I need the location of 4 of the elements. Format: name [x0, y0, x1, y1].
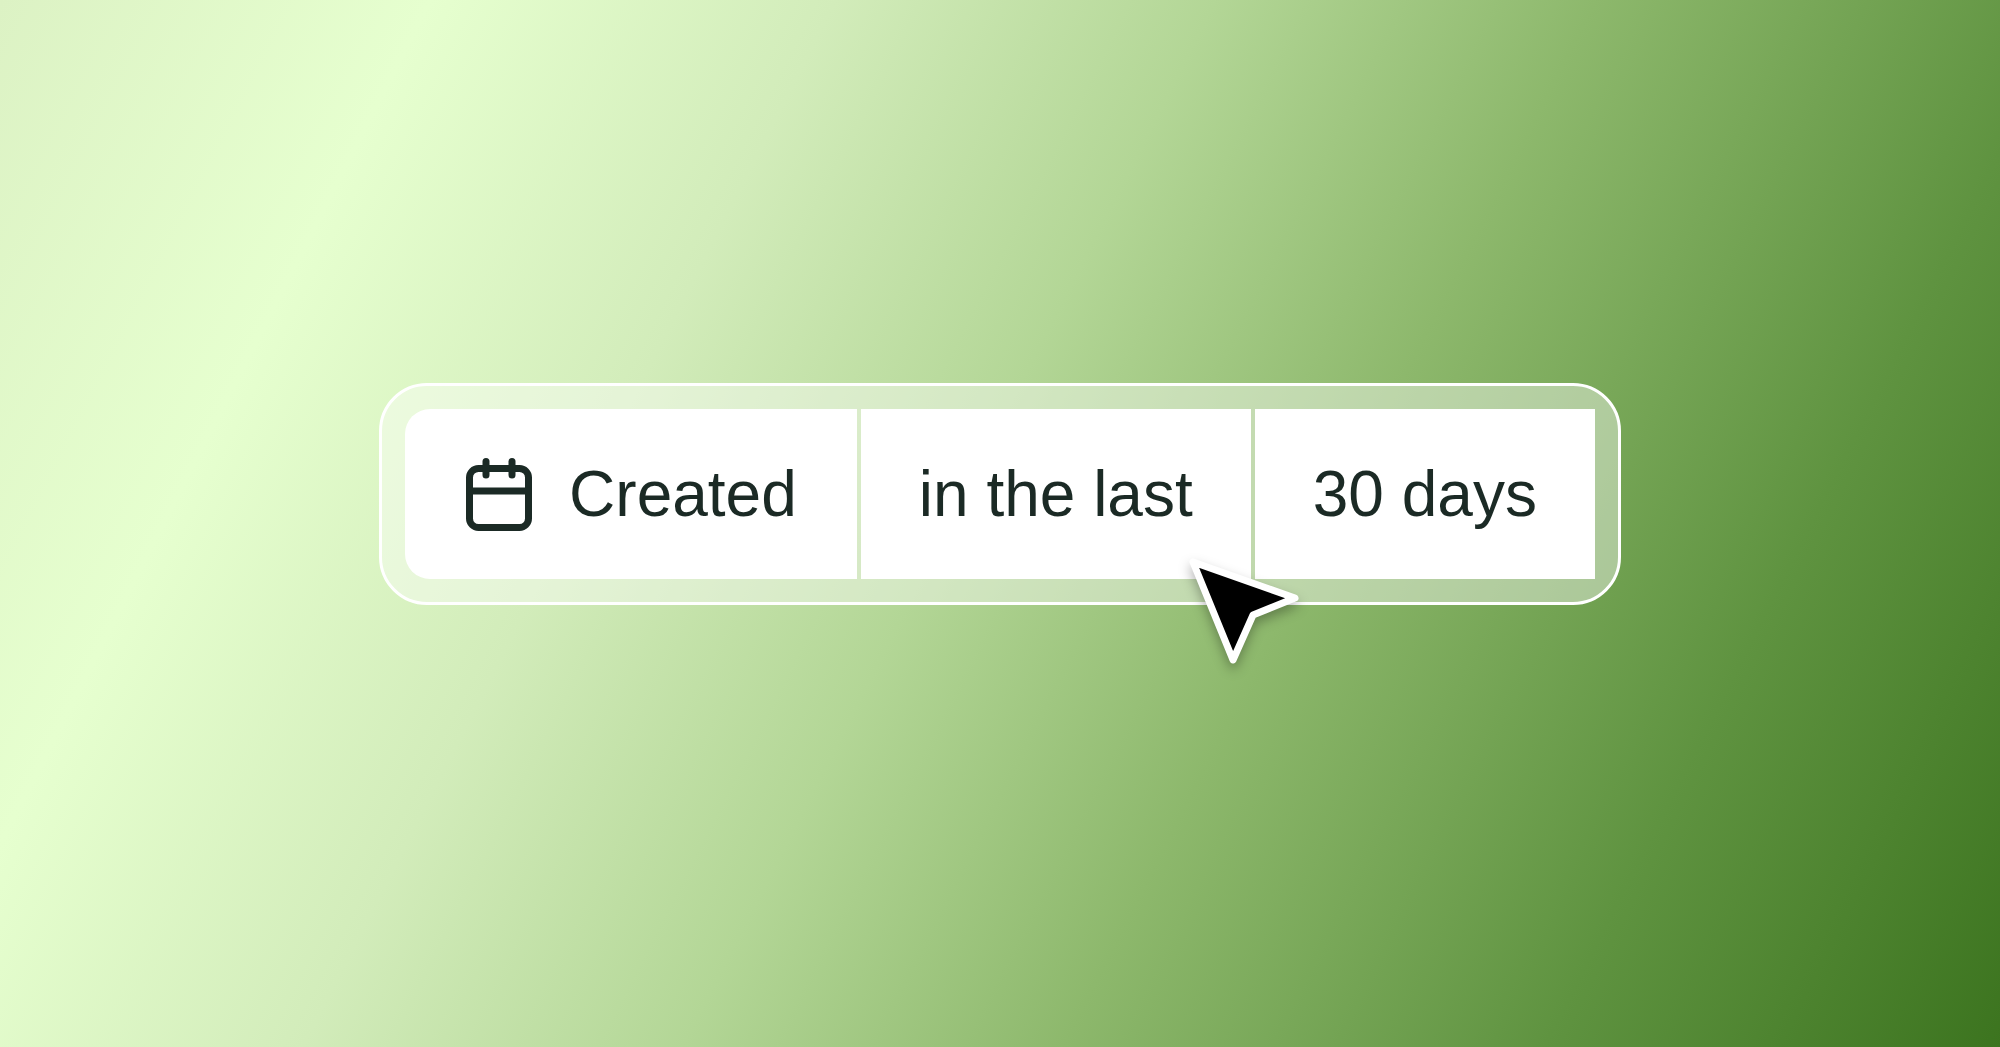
- filter-operator-button[interactable]: in the last: [860, 409, 1251, 579]
- calendar-icon: [466, 457, 533, 531]
- filter-value-button[interactable]: 30 days: [1254, 409, 1595, 579]
- filter-property-button[interactable]: Created: [405, 409, 857, 579]
